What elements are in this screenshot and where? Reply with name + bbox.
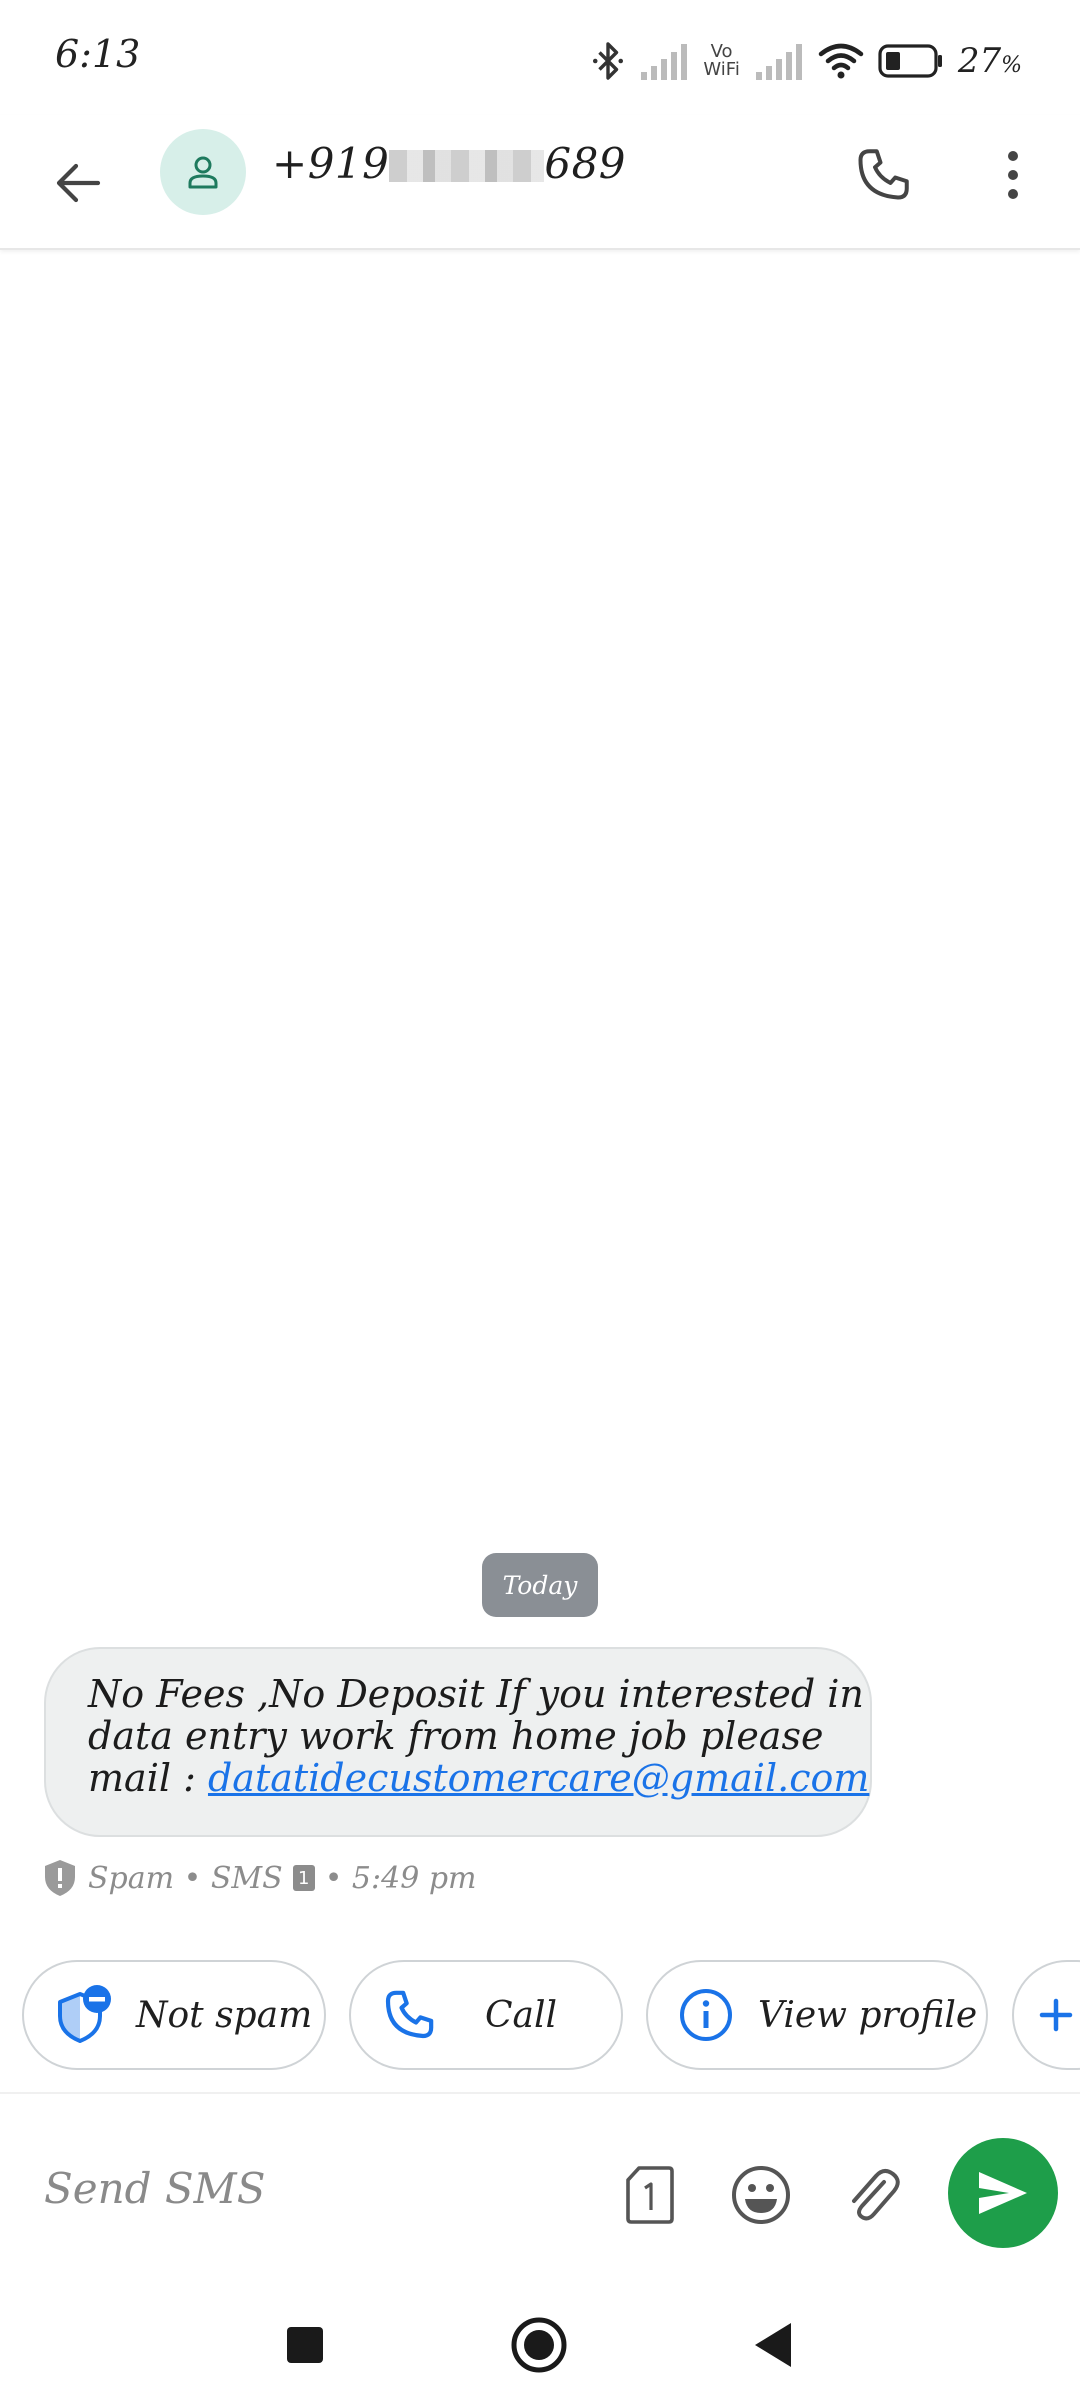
- recents-button[interactable]: [270, 2310, 340, 2380]
- attach-button[interactable]: [837, 2160, 907, 2230]
- vowifi-icon: Vo WiFi: [703, 43, 739, 79]
- call-chip[interactable]: Call: [349, 1960, 623, 2070]
- compose-bar: Send SMS: [0, 2092, 1080, 2292]
- sim-badge: 1: [292, 1865, 315, 1891]
- back-button[interactable]: [40, 145, 115, 220]
- add-icon: [1036, 1995, 1076, 2035]
- date-divider: Today: [482, 1553, 598, 1617]
- info-icon: [678, 1987, 734, 2043]
- not-spam-label: Not spam: [136, 1994, 313, 2036]
- battery-value: 27: [957, 41, 1002, 81]
- triangle-back-icon: [755, 2323, 791, 2367]
- sim-select-button[interactable]: [615, 2160, 685, 2230]
- contact-number[interactable]: +919 689: [272, 139, 626, 188]
- message-line: data entry work from home job please: [88, 1714, 824, 1758]
- more-vert-icon: [1008, 150, 1018, 199]
- battery-percent: 27%: [958, 41, 1022, 81]
- message-meta: Spam • SMS 1 • 5:49 pm: [42, 1858, 476, 1898]
- battery-unit: %: [1001, 53, 1022, 78]
- attach-icon: [852, 2169, 900, 2221]
- home-button[interactable]: [504, 2310, 574, 2380]
- system-nav-bar: [0, 2292, 1080, 2400]
- square-icon: [287, 2327, 323, 2363]
- conversation-app-bar: +919 689: [0, 115, 1080, 250]
- contact-number-suffix: 689: [544, 139, 627, 188]
- status-time: 6:13: [55, 32, 141, 76]
- call-label: Call: [485, 1994, 558, 2036]
- phone-icon: [381, 1987, 437, 2043]
- email-link[interactable]: datatidecustomercare@gmail.com: [208, 1756, 869, 1800]
- suggestion-chips: Not spam Call View profile: [0, 1960, 1080, 2072]
- view-profile-chip[interactable]: View profile: [646, 1960, 988, 2070]
- emoji-button[interactable]: [726, 2160, 796, 2230]
- more-actions-chip[interactable]: [1012, 1960, 1080, 2070]
- circle-icon: [511, 2317, 567, 2373]
- back-arrow-icon: [56, 163, 100, 202]
- signal-icon: [755, 44, 802, 80]
- message-bubble[interactable]: No Fees ,No Deposit If you interested in…: [44, 1647, 872, 1837]
- message-time: • 5:49 pm: [324, 1860, 477, 1896]
- message-line: mail : datatidecustomercare@gmail.com: [88, 1756, 869, 1800]
- sim-icon: [626, 2166, 674, 2224]
- message-meta-label: Spam • SMS: [88, 1860, 283, 1896]
- vowifi-bottom-text: WiFi: [703, 59, 740, 80]
- more-options-button[interactable]: [978, 137, 1048, 212]
- message-line-prefix: mail :: [88, 1756, 208, 1800]
- wifi-icon: [818, 43, 864, 79]
- contact-number-prefix: +919: [272, 139, 390, 188]
- spam-shield-icon: [45, 1860, 75, 1896]
- status-bar: 6:13 Vo WiFi 27%: [0, 0, 1080, 115]
- view-profile-label: View profile: [758, 1994, 978, 2036]
- not-spam-chip[interactable]: Not spam: [22, 1960, 326, 2070]
- back-nav-button[interactable]: [738, 2310, 808, 2380]
- call-button[interactable]: [845, 137, 920, 212]
- status-icons: Vo WiFi 27%: [591, 36, 1022, 86]
- phone-icon: [858, 148, 909, 199]
- battery-icon: [878, 44, 942, 78]
- shield-minus-icon: [54, 1984, 112, 2046]
- person-icon: [188, 156, 218, 189]
- contact-avatar[interactable]: [160, 129, 246, 215]
- message-line: No Fees ,No Deposit If you interested in: [88, 1672, 864, 1716]
- signal-icon: [641, 44, 688, 80]
- redacted-digits: [389, 150, 545, 182]
- send-icon: [979, 2172, 1027, 2214]
- emoji-icon: [732, 2166, 790, 2224]
- send-button[interactable]: [948, 2138, 1058, 2248]
- message-input[interactable]: Send SMS: [44, 2164, 265, 2213]
- bluetooth-icon: [593, 42, 624, 80]
